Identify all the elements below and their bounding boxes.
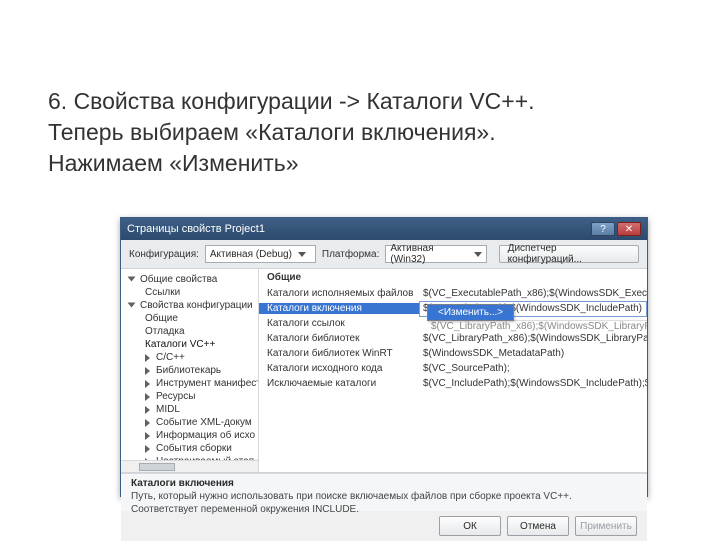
prop-name: Исключаемые каталоги	[259, 378, 419, 389]
nav-tree[interactable]: Общие свойства Ссылки Свойства конфигура…	[121, 269, 259, 472]
tree-item[interactable]: Библиотекарь	[121, 364, 258, 377]
expand-icon	[145, 432, 150, 440]
cancel-button[interactable]: Отмена	[507, 516, 569, 536]
prop-value[interactable]: $(VC_LibraryPath_x86);$(WindowsSDK_Libra…	[419, 333, 647, 344]
tree-scrollbar[interactable]	[121, 460, 258, 472]
chevron-down-icon	[298, 252, 306, 257]
tree-item[interactable]: События сборки	[121, 442, 258, 455]
scrollbar-thumb[interactable]	[139, 463, 175, 471]
expand-icon	[145, 367, 150, 375]
ok-button[interactable]: ОК	[439, 516, 501, 536]
prop-value[interactable]: $(VC_IncludePath);$(WindowsSDK_IncludePa…	[419, 378, 647, 389]
expand-icon	[145, 393, 150, 401]
configuration-value: Активная (Debug)	[210, 249, 292, 260]
value-dropdown[interactable]: <Изменить...>	[427, 304, 514, 321]
platform-combo[interactable]: Активная (Win32)	[385, 245, 486, 263]
prop-name: Каталоги ссылок	[259, 318, 419, 329]
tree-item-references[interactable]: Ссылки	[121, 286, 258, 299]
apply-button[interactable]: Применить	[575, 516, 637, 536]
prop-name: Каталоги исходного кода	[259, 363, 419, 374]
prop-value[interactable]: $(WindowsSDK_MetadataPath)	[419, 348, 647, 359]
close-icon[interactable]: ✕	[617, 222, 641, 236]
description-title: Каталоги включения	[131, 478, 637, 489]
prop-name: Каталоги библиотек WinRT	[259, 348, 419, 359]
tree-item[interactable]: Событие XML-докум	[121, 416, 258, 429]
prop-value[interactable]: $(VC_ExecutablePath_x86);$(WindowsSDK_Ex…	[419, 288, 647, 299]
titlebar: Страницы свойств Project1 ? ✕	[121, 218, 647, 240]
tree-item[interactable]: Общие	[121, 312, 258, 325]
tree-item[interactable]: MIDL	[121, 403, 258, 416]
prop-row-winrt-dirs[interactable]: Каталоги библиотек WinRT $(WindowsSDK_Me…	[259, 346, 647, 361]
configuration-combo[interactable]: Активная (Debug)	[205, 245, 316, 263]
chevron-down-icon	[474, 252, 482, 257]
configuration-label: Конфигурация:	[129, 249, 199, 260]
expand-icon	[145, 406, 150, 414]
group-header: Общие	[259, 269, 647, 286]
dropdown-edit-item[interactable]: <Изменить...>	[428, 305, 513, 320]
help-icon[interactable]: ?	[591, 222, 615, 236]
tree-item[interactable]: C/C++	[121, 351, 258, 364]
tree-root-config[interactable]: Свойства конфигурации	[121, 299, 258, 312]
prop-row-exec-dirs[interactable]: Каталоги исполняемых файлов $(VC_Executa…	[259, 286, 647, 301]
prop-name: Каталоги исполняемых файлов	[259, 288, 419, 299]
config-manager-button[interactable]: Диспетчер конфигураций...	[499, 245, 639, 263]
expand-icon	[128, 302, 136, 307]
property-pages-dialog: Страницы свойств Project1 ? ✕ Конфигурац…	[120, 217, 648, 497]
tree-item[interactable]: Ресурсы	[121, 390, 258, 403]
prop-value[interactable]: $(VC_SourcePath);	[419, 363, 647, 374]
window-title: Страницы свойств Project1	[127, 223, 589, 235]
tree-item-vc-directories[interactable]: Каталоги VC++	[121, 338, 258, 351]
property-grid: Общие Каталоги исполняемых файлов $(VC_E…	[259, 269, 647, 472]
expand-icon	[145, 380, 150, 388]
slide-caption: 6. Свойства конфигурации -> Каталоги VC+…	[48, 86, 608, 179]
prop-name: Каталоги включения	[259, 303, 419, 314]
tree-root-common[interactable]: Общие свойства	[121, 273, 258, 286]
expand-icon	[145, 419, 150, 427]
dropdown-shadow-value: $(VC_LibraryPath_x86);$(WindowsSDK_Libra…	[427, 320, 647, 332]
prop-name: Каталоги библиотек	[259, 333, 419, 344]
expand-icon	[145, 354, 150, 362]
tree-item[interactable]: Информация об исхо	[121, 429, 258, 442]
prop-row-src-dirs[interactable]: Каталоги исходного кода $(VC_SourcePath)…	[259, 361, 647, 376]
platform-label: Платформа:	[322, 249, 380, 260]
platform-value: Активная (Win32)	[390, 243, 467, 265]
expand-icon	[128, 276, 136, 281]
description-pane: Каталоги включения Путь, который нужно и…	[121, 473, 647, 511]
expand-icon	[145, 445, 150, 453]
dialog-body: Общие свойства Ссылки Свойства конфигура…	[121, 269, 647, 473]
prop-row-lib-dirs[interactable]: Каталоги библиотек $(VC_LibraryPath_x86)…	[259, 331, 647, 346]
tree-item[interactable]: Инструмент манифест	[121, 377, 258, 390]
tree-item[interactable]: Отладка	[121, 325, 258, 338]
config-toolbar: Конфигурация: Активная (Debug) Платформа…	[121, 240, 647, 269]
prop-row-exclude-dirs[interactable]: Исключаемые каталоги $(VC_IncludePath);$…	[259, 376, 647, 391]
